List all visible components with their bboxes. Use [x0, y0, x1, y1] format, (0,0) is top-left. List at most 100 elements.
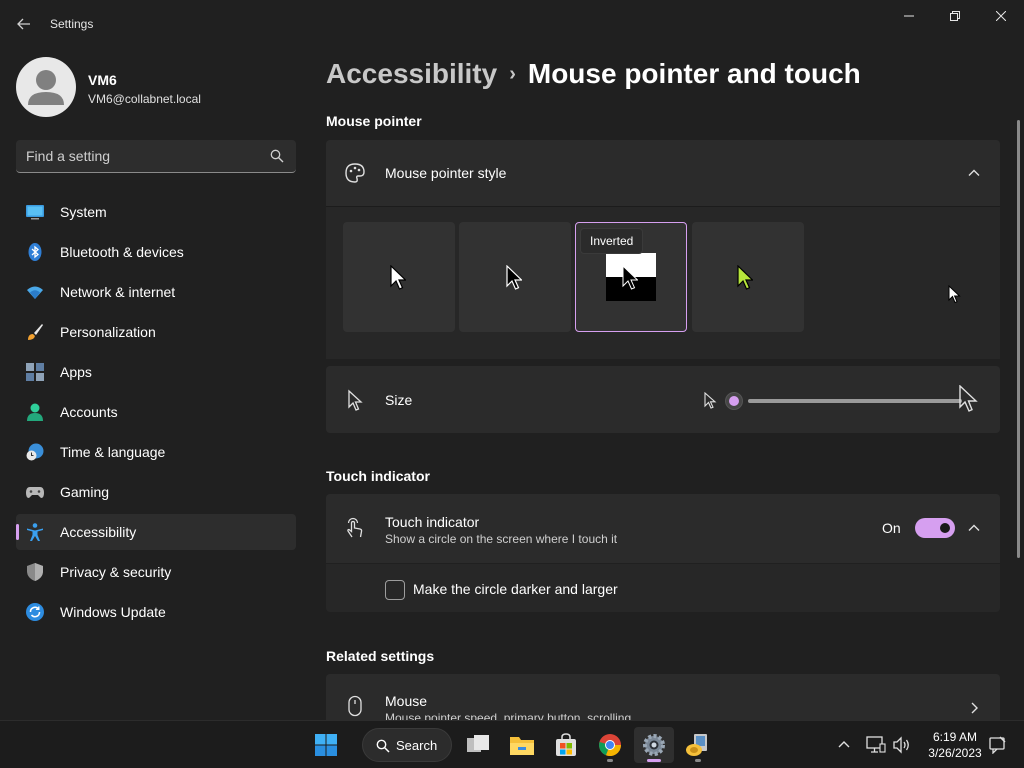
sidebar-item-gaming[interactable]: Gaming — [16, 474, 296, 510]
remote-app-button[interactable] — [678, 727, 718, 763]
accessibility-icon — [27, 523, 43, 541]
sidebar-item-system[interactable]: System — [16, 194, 296, 230]
back-button[interactable] — [12, 12, 36, 36]
restore-icon — [950, 11, 960, 21]
darker-circle-checkbox[interactable] — [385, 580, 405, 600]
sidebar-item-windows-update[interactable]: Windows Update — [16, 594, 296, 630]
touch-hand-icon — [347, 517, 363, 538]
globe-clock-icon — [26, 443, 44, 461]
related-mouse-link[interactable]: Mouse Mouse pointer speed, primary butto… — [326, 674, 1000, 720]
person-icon — [27, 403, 43, 421]
active-indicator — [647, 759, 661, 762]
pointer-style-inverted[interactable]: Inverted — [575, 222, 687, 332]
search-box[interactable] — [16, 140, 296, 173]
sidebar-item-network[interactable]: Network & internet — [16, 274, 296, 310]
small-cursor-icon — [704, 392, 717, 409]
related-mouse-description: Mouse pointer speed, primary button, scr… — [385, 711, 632, 720]
section-title-touch-indicator: Touch indicator — [326, 468, 430, 484]
touch-indicator-toggle[interactable] — [915, 518, 955, 538]
sidebar-item-label: Network & internet — [60, 284, 176, 300]
breadcrumb-separator: › — [509, 63, 516, 85]
pointer-style-custom[interactable] — [692, 222, 804, 332]
size-slider-thumb[interactable] — [725, 392, 743, 410]
title-bar: Settings — [0, 0, 1024, 48]
taskbar-search-label: Search — [396, 738, 438, 753]
volume-icon[interactable] — [892, 736, 912, 754]
task-view-button[interactable] — [458, 727, 498, 763]
notification-icon[interactable] — [989, 736, 1007, 754]
palette-icon — [345, 163, 365, 183]
pointer-styles-panel: Inverted — [326, 206, 1000, 359]
page-title: Mouse pointer and touch — [527, 58, 861, 89]
main-content: Accessibility › Mouse pointer and touch Mo… — [310, 48, 1024, 720]
network-icon[interactable] — [866, 736, 886, 754]
chevron-right-icon — [971, 702, 978, 714]
search-input[interactable] — [26, 140, 266, 172]
section-title-related-settings: Related settings — [326, 648, 435, 664]
taskbar: Search 6:19 AM 3/26/2023 — [0, 720, 1024, 768]
store-button[interactable] — [546, 727, 586, 763]
touch-indicator-label: Touch indicator — [385, 514, 480, 530]
sidebar-item-accounts[interactable]: Accounts — [16, 394, 296, 430]
sidebar-item-label: Apps — [60, 364, 92, 380]
large-cursor-icon — [959, 385, 978, 412]
gamepad-icon — [26, 487, 44, 498]
file-explorer-icon — [510, 737, 534, 755]
section-title-mouse-pointer: Mouse pointer — [326, 113, 422, 129]
pointer-style-black[interactable] — [459, 222, 571, 332]
sidebar-item-bluetooth[interactable]: Bluetooth & devices — [16, 234, 296, 270]
mouse-icon — [348, 695, 362, 717]
darker-circle-row: Make the circle darker and larger — [326, 564, 1000, 612]
pointer-size-card: Size — [326, 366, 1000, 433]
user-name: VM6 — [88, 72, 117, 88]
user-email: VM6@collabnet.local — [88, 92, 201, 106]
remote-app-icon — [686, 734, 707, 756]
search-icon — [270, 149, 284, 163]
close-button[interactable] — [978, 0, 1024, 32]
inverted-tooltip: Inverted — [580, 228, 644, 254]
mouse-cursor-icon — [948, 285, 961, 304]
sidebar-item-personalization[interactable]: Personalization — [16, 314, 296, 350]
clock-time[interactable]: 6:19 AM — [916, 730, 994, 744]
search-icon — [376, 739, 390, 753]
settings-app-button[interactable] — [634, 727, 674, 763]
chevron-up-icon[interactable] — [966, 165, 982, 181]
cursor-black-icon — [506, 265, 522, 290]
mouse-pointer-style-card[interactable]: Mouse pointer style — [326, 140, 1000, 206]
brush-icon — [28, 324, 43, 340]
darker-circle-label[interactable]: Make the circle darker and larger — [413, 581, 618, 597]
taskbar-search[interactable]: Search — [362, 728, 452, 762]
sidebar-item-label: Accessibility — [60, 524, 137, 540]
cursor-inverted-icon — [622, 265, 638, 290]
sidebar-item-label: Privacy & security — [60, 564, 172, 580]
main-scrollbar[interactable] — [1017, 120, 1020, 558]
file-explorer-button[interactable] — [502, 727, 542, 763]
pointer-style-white[interactable] — [343, 222, 455, 332]
chrome-button[interactable] — [590, 727, 630, 763]
breadcrumb-parent[interactable]: Accessibility — [326, 58, 497, 89]
pointer-size-label: Size — [385, 392, 413, 408]
size-slider-track[interactable] — [748, 399, 962, 403]
clock-date[interactable]: 3/26/2023 — [916, 746, 994, 760]
minimize-button[interactable] — [886, 0, 932, 32]
cursor-outline-icon — [348, 389, 363, 411]
chevron-up-icon[interactable] — [966, 520, 982, 536]
sidebar-item-apps[interactable]: Apps — [16, 354, 296, 390]
touch-indicator-card[interactable]: Touch indicator Show a circle on the scr… — [326, 494, 1000, 563]
sync-icon — [26, 603, 44, 621]
chrome-icon — [599, 734, 622, 757]
sidebar-item-time-language[interactable]: Time & language — [16, 434, 296, 470]
avatar[interactable] — [16, 57, 76, 117]
sidebar-item-label: Bluetooth & devices — [60, 244, 184, 260]
sidebar-item-accessibility[interactable]: Accessibility — [16, 514, 296, 550]
settings-icon — [643, 734, 665, 756]
running-indicator — [607, 759, 613, 762]
sidebar-nav: System Bluetooth & devices Network & int… — [16, 194, 296, 634]
sidebar-item-privacy-security[interactable]: Privacy & security — [16, 554, 296, 590]
minimize-icon — [904, 15, 914, 17]
bluetooth-icon — [28, 243, 42, 261]
chevron-up-icon[interactable] — [837, 739, 851, 749]
maximize-button[interactable] — [932, 0, 978, 32]
start-button[interactable] — [306, 727, 346, 763]
related-mouse-label: Mouse — [385, 693, 428, 709]
